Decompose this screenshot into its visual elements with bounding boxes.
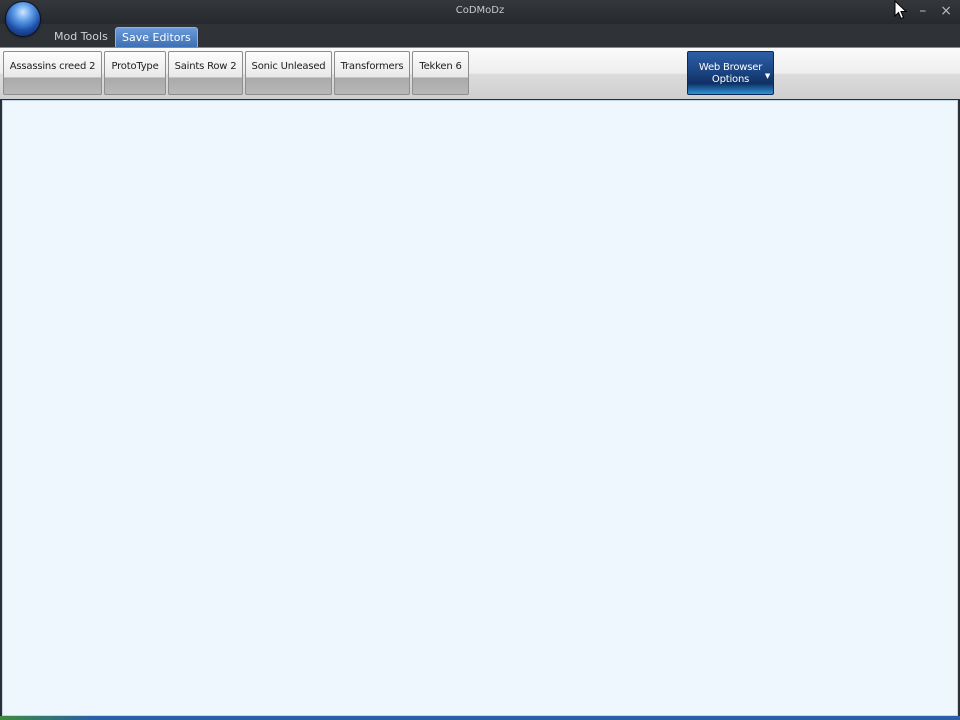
application-orb-button[interactable] <box>6 2 40 36</box>
saints-row-2-button[interactable]: Saints Row 2 <box>168 51 243 95</box>
tekken-6-button[interactable]: Tekken 6 <box>412 51 469 95</box>
window-controls: – × <box>919 2 952 20</box>
minimize-button[interactable]: – <box>919 2 926 20</box>
sonic-unleased-button[interactable]: Sonic Unleased <box>245 51 332 95</box>
window-title: CoDMoDz <box>455 5 505 16</box>
web-browser-options-label-line1: Web Browser <box>698 62 763 73</box>
ribbon-tab-strip: Mod Tools Save Editors <box>0 24 960 48</box>
web-browser-options-button[interactable]: Web Browser Options ▼ <box>687 51 774 95</box>
assassins-creed-2-button[interactable]: Assassins creed 2 <box>3 51 102 95</box>
prototype-button[interactable]: ProtoType <box>104 51 166 95</box>
close-button[interactable]: × <box>940 2 952 20</box>
main-content-area <box>2 100 958 716</box>
app-window: CoDMoDz – × Mod Tools Save Editors Assas… <box>0 0 960 720</box>
title-bar: CoDMoDz – × <box>0 0 960 24</box>
dropdown-arrow-icon: ▼ <box>764 72 770 80</box>
web-browser-options-label-line2: Options <box>711 74 750 85</box>
transformers-button[interactable]: Transformers <box>334 51 410 95</box>
mouse-cursor-icon <box>894 0 908 20</box>
tab-mod-tools[interactable]: Mod Tools <box>48 27 114 47</box>
ribbon-panel: Assassins creed 2 ProtoType Saints Row 2… <box>0 47 960 101</box>
tab-save-editors[interactable]: Save Editors <box>115 27 198 48</box>
taskbar-strip <box>0 716 960 720</box>
